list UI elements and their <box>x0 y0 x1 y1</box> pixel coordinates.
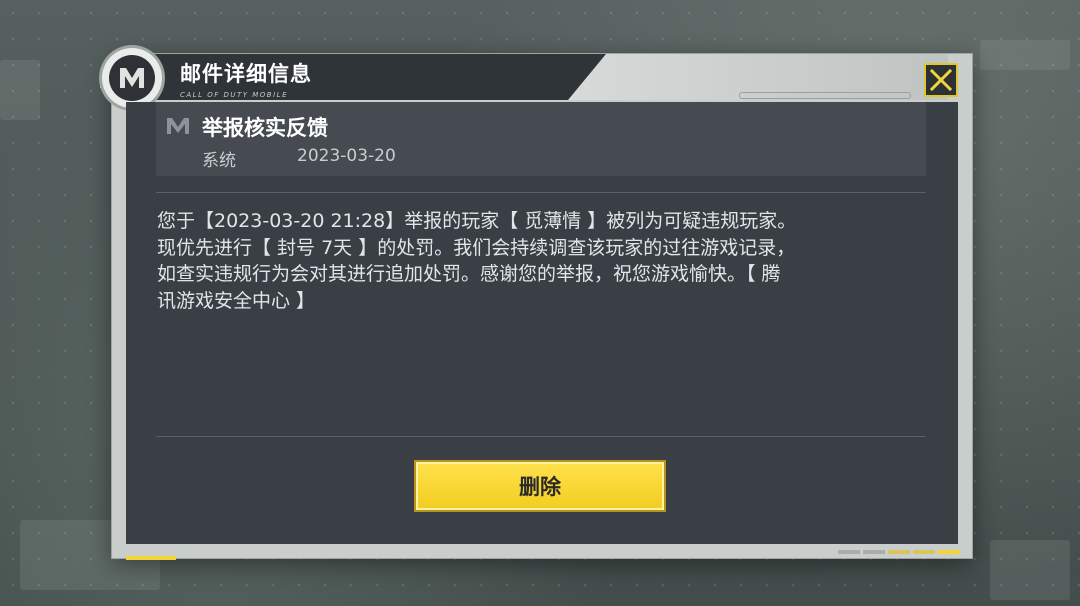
mail-header-card: 举报核实反馈 系统 2023-03-20 <box>156 102 926 176</box>
page-indicator-dot <box>863 550 885 554</box>
page-indicator-dot <box>938 550 960 554</box>
page-indicator <box>838 550 960 554</box>
cod-logo-small-icon <box>167 118 189 134</box>
page-indicator-dot <box>838 550 860 554</box>
dialog-subtitle: CALL OF DUTY MOBILE <box>180 91 288 99</box>
mail-date: 2023-03-20 <box>297 146 396 166</box>
corner-accent <box>126 556 176 560</box>
close-button[interactable] <box>924 63 958 97</box>
title-scroll-track <box>739 92 911 99</box>
mail-subject: 举报核实反馈 <box>202 116 328 140</box>
header-divider <box>156 192 926 193</box>
logo-glyph <box>120 68 144 88</box>
dialog-title: 邮件详细信息 <box>180 62 312 86</box>
close-icon <box>930 69 952 91</box>
body-divider <box>156 436 926 437</box>
mail-body-text: 您于【2023-03-20 21:28】举报的玩家【 觅薄情 】被列为可疑违规玩… <box>157 210 797 312</box>
page-indicator-dot <box>888 550 910 554</box>
mail-sender: 系统 <box>202 151 236 171</box>
cod-mobile-logo-icon <box>102 48 162 108</box>
delete-button[interactable]: 删除 <box>414 460 666 512</box>
mail-content-panel: 举报核实反馈 系统 2023-03-20 您于【2023-03-20 21:28… <box>126 102 958 544</box>
mail-detail-dialog: 邮件详细信息 CALL OF DUTY MOBILE 举报核实反馈 系统 202… <box>100 48 972 560</box>
page-indicator-dot <box>913 550 935 554</box>
